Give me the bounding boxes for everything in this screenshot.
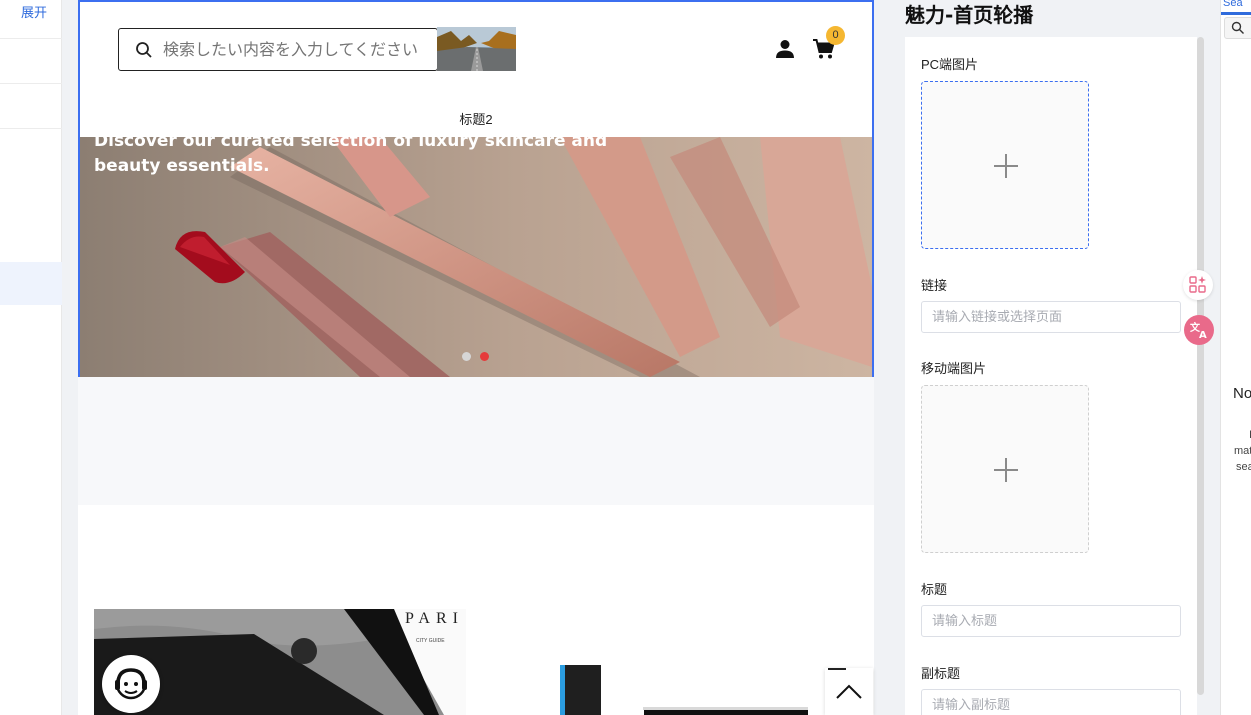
empty-block[interactable] <box>78 377 874 505</box>
site-header: 0 标题2 <box>80 2 872 137</box>
mobile-image-label: 移动端图片 <box>921 361 987 376</box>
carousel-block-selected[interactable]: 0 标题2 <box>78 0 874 377</box>
nav-row[interactable] <box>0 84 62 129</box>
panel-title: 魅力-首页轮播 <box>905 3 1034 27</box>
expand-link[interactable]: 展开 <box>21 2 47 21</box>
chevron-up-icon <box>836 684 862 699</box>
site-search-box[interactable] <box>118 28 438 71</box>
svg-text:PARI: PARI <box>405 610 464 627</box>
settings-panel: 魅力-首页轮播 PC端图片 链接 移动端图片 标题 副标题 <box>889 0 1220 715</box>
logo-image[interactable] <box>437 27 516 71</box>
product-image[interactable] <box>543 665 808 715</box>
link-input[interactable] <box>921 301 1181 333</box>
banner-text: Discover our curated selection of luxury… <box>94 137 608 176</box>
ai-apps-icon <box>1189 276 1206 293</box>
nav-row-active[interactable] <box>0 262 62 305</box>
ai-apps-button[interactable] <box>1183 270 1213 300</box>
user-icon[interactable] <box>774 38 796 60</box>
search-icon <box>136 41 152 58</box>
search-tab[interactable]: Sea <box>1223 0 1243 9</box>
svg-text:A: A <box>1199 330 1207 340</box>
subtitle-label: 副标题 <box>921 666 961 681</box>
customer-service-icon <box>115 668 147 700</box>
editor-canvas: 0 标题2 <box>63 0 889 715</box>
no-results-text: mat <box>1234 445 1251 457</box>
search-icon <box>1231 21 1244 34</box>
no-results-text: sea <box>1236 461 1251 473</box>
mobile-image-upload[interactable] <box>921 385 1089 553</box>
plus-icon <box>994 458 1018 482</box>
translate-button[interactable]: 文 A <box>1184 315 1214 345</box>
back-to-top-bar <box>828 668 846 670</box>
form-card: PC端图片 链接 移动端图片 标题 副标题 <box>905 37 1197 715</box>
product-section[interactable]: PARI CITY GUIDE <box>78 505 874 715</box>
title-label: 标题 <box>921 582 948 597</box>
pc-image-upload[interactable] <box>921 81 1089 249</box>
svg-text:CITY GUIDE: CITY GUIDE <box>416 638 445 644</box>
back-to-top-button[interactable] <box>825 668 873 715</box>
plus-icon <box>994 154 1018 178</box>
translate-icon: 文 A <box>1190 321 1207 340</box>
carousel-dot[interactable] <box>462 352 471 361</box>
cart-count-badge: 0 <box>826 26 845 45</box>
nav-row[interactable] <box>0 39 62 84</box>
nav-title[interactable]: 标题2 <box>80 109 872 128</box>
no-results-title: No <box>1233 385 1251 402</box>
tab-underline <box>1221 12 1251 15</box>
link-label: 链接 <box>921 278 948 293</box>
panel-scroll-thumb[interactable] <box>1197 37 1204 695</box>
far-right-sidebar: Sea No I mat sea <box>1220 0 1251 715</box>
site-search-input[interactable] <box>163 40 423 59</box>
subtitle-input[interactable] <box>921 689 1181 715</box>
carousel-dot-active[interactable] <box>480 352 489 361</box>
page-preview: 0 标题2 <box>78 0 874 715</box>
carousel-banner[interactable]: Discover our curated selection of luxury… <box>80 137 872 377</box>
panel-scrollbar[interactable] <box>1197 37 1205 695</box>
left-nav: 展开 <box>0 0 62 715</box>
title-input[interactable] <box>921 605 1181 637</box>
pc-image-label: PC端图片 <box>921 57 979 72</box>
customer-service-button[interactable] <box>102 655 160 713</box>
sidebar-search-box[interactable] <box>1224 17 1251 39</box>
